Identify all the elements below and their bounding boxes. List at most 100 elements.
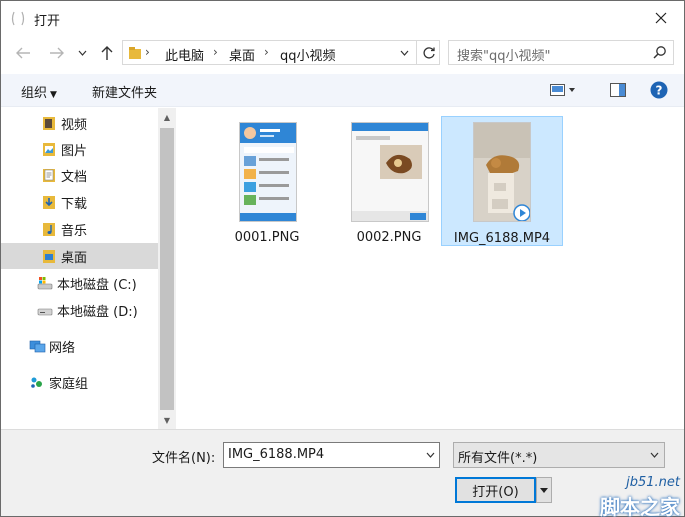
address-bar[interactable]: › 此电脑 › 桌面 › qq小视频 [122, 40, 440, 65]
file-thumbnail [473, 122, 531, 222]
back-arrow-icon [16, 47, 30, 59]
file-name: 0002.PNG [356, 230, 422, 245]
close-button[interactable] [638, 1, 684, 35]
back-button[interactable] [12, 42, 34, 64]
music-folder-icon [41, 221, 57, 237]
chevron-down-icon [426, 452, 434, 458]
sidebar-item-label: 视频 [61, 117, 88, 133]
organize-label: 组织 [21, 86, 48, 101]
help-button[interactable]: ? [650, 81, 668, 103]
refresh-icon [422, 46, 435, 59]
organize-button[interactable]: 组织 ▼ [21, 82, 57, 101]
file-item[interactable]: 0001.PNG [207, 116, 329, 246]
scroll-up-button[interactable]: ▲ [158, 108, 176, 126]
sidebar-item-label: 本地磁盘 (C:) [57, 277, 137, 293]
forward-button[interactable] [46, 42, 68, 64]
search-input[interactable]: 搜索"qq小视频" [457, 45, 550, 64]
folder-icon [128, 46, 142, 64]
watermark-text: 脚本之家 [600, 495, 680, 517]
file-list: 0001.PNG 0002.PNG IMG_6188.MP4 [177, 108, 684, 429]
sidebar-item-desktop[interactable]: 桌面 [1, 243, 158, 269]
sidebar-item-pictures[interactable]: 图片 [1, 136, 158, 162]
chevron-down-icon [400, 50, 408, 56]
window-title: 打开 [34, 14, 61, 29]
pictures-folder-icon [41, 141, 57, 157]
sidebar-item-label: 桌面 [61, 250, 88, 266]
preview-pane-icon [610, 83, 626, 97]
filename-history-button[interactable] [421, 443, 439, 467]
sidebar-item-label: 图片 [61, 143, 88, 159]
scrollbar-thumb[interactable] [160, 128, 174, 410]
filetype-value: 所有文件(*.*) [458, 451, 538, 466]
caret-down-icon: ▼ [50, 90, 57, 100]
desktop-folder-icon [41, 248, 57, 264]
sidebar-item-documents[interactable]: 文档 [1, 162, 158, 188]
filetype-select[interactable]: 所有文件(*.*) [453, 442, 665, 468]
help-icon: ? [650, 81, 668, 99]
file-thumbnail [351, 122, 429, 222]
sidebar-item-label: 下载 [61, 196, 88, 212]
downloads-folder-icon [41, 194, 57, 210]
address-row: › 此电脑 › 桌面 › qq小视频 搜索"qq小视频" [1, 38, 684, 68]
refresh-button[interactable] [416, 41, 440, 64]
up-button[interactable] [96, 42, 118, 64]
file-thumbnail [239, 122, 297, 222]
system-drive-icon [37, 275, 53, 291]
caret-down-icon [540, 487, 548, 493]
address-history-button[interactable] [395, 44, 413, 62]
documents-folder-icon [41, 167, 57, 183]
title-bar: 打开 [1, 1, 684, 35]
breadcrumb-this-pc[interactable]: 此电脑 [165, 45, 204, 64]
search-icon[interactable] [653, 45, 667, 63]
dialog-footer: 文件名(N): IMG_6188.MP4 所有文件(*.*) 打开(O) jb5… [1, 429, 684, 517]
command-bar: 组织 ▼ 新建文件夹 ? [1, 74, 684, 107]
scroll-down-button[interactable]: ▼ [158, 411, 176, 429]
sidebar-item-videos[interactable]: 视频 [1, 110, 158, 136]
sidebar-item-drive-c[interactable]: 本地磁盘 (C:) [1, 270, 158, 296]
watermark-site: jb51.net [626, 475, 680, 490]
sidebar-item-label: 本地磁盘 (D:) [57, 304, 138, 320]
drive-icon [37, 302, 53, 318]
file-item[interactable]: 0002.PNG [329, 116, 451, 246]
filetype-dropdown-button[interactable] [646, 447, 662, 463]
app-icon [10, 10, 26, 27]
open-button[interactable]: 打开(O) [455, 477, 536, 503]
breadcrumb-separator: › [264, 45, 269, 59]
sidebar-item-drive-d[interactable]: 本地磁盘 (D:) [1, 297, 158, 323]
navigation-pane: 视频 图片 文档 下载 音乐 桌面 本地磁盘 (C:) 本地磁盘 (D:) 网络… [1, 108, 158, 429]
new-folder-button[interactable]: 新建文件夹 [92, 82, 157, 101]
sidebar-item-network[interactable]: 网络 [1, 333, 158, 359]
file-item[interactable]: IMG_6188.MP4 [441, 116, 563, 246]
sidebar-item-homegroup[interactable]: 家庭组 [1, 369, 158, 395]
network-icon [29, 338, 46, 354]
chevron-down-icon [78, 50, 86, 56]
up-arrow-icon [101, 46, 113, 60]
forward-arrow-icon [50, 47, 64, 59]
breadcrumb-current-folder[interactable]: qq小视频 [280, 45, 336, 64]
navigation-scrollbar[interactable]: ▲ ▼ [158, 108, 176, 429]
preview-pane-button[interactable] [610, 83, 626, 101]
video-folder-icon [41, 115, 57, 131]
sidebar-item-label: 家庭组 [49, 376, 89, 392]
svg-text:?: ? [656, 84, 663, 98]
sidebar-item-downloads[interactable]: 下载 [1, 189, 158, 215]
recent-locations-button[interactable] [74, 42, 90, 64]
breadcrumb-separator: › [213, 45, 218, 59]
sidebar-item-label: 网络 [49, 340, 76, 356]
sidebar-item-label: 音乐 [61, 223, 88, 239]
filename-value[interactable]: IMG_6188.MP4 [228, 447, 324, 462]
sidebar-item-music[interactable]: 音乐 [1, 216, 158, 242]
breadcrumb-desktop[interactable]: 桌面 [229, 45, 255, 64]
search-box[interactable]: 搜索"qq小视频" [448, 40, 674, 65]
watermark: jb51.net 脚本之家 [581, 473, 684, 517]
chevron-down-icon [650, 452, 658, 458]
view-options-button[interactable] [550, 84, 576, 100]
view-icon [550, 84, 575, 96]
filename-field[interactable]: IMG_6188.MP4 [223, 442, 440, 468]
breadcrumb-separator: › [145, 45, 150, 59]
close-icon [655, 12, 667, 24]
open-options-button[interactable] [536, 477, 552, 503]
sidebar-item-label: 文档 [61, 169, 88, 185]
open-file-dialog: 打开 › 此电脑 › 桌面 › qq小视频 搜索"qq小视频" 组织 ▼ 新建文… [0, 0, 685, 517]
filename-label: 文件名(N): [152, 451, 216, 466]
